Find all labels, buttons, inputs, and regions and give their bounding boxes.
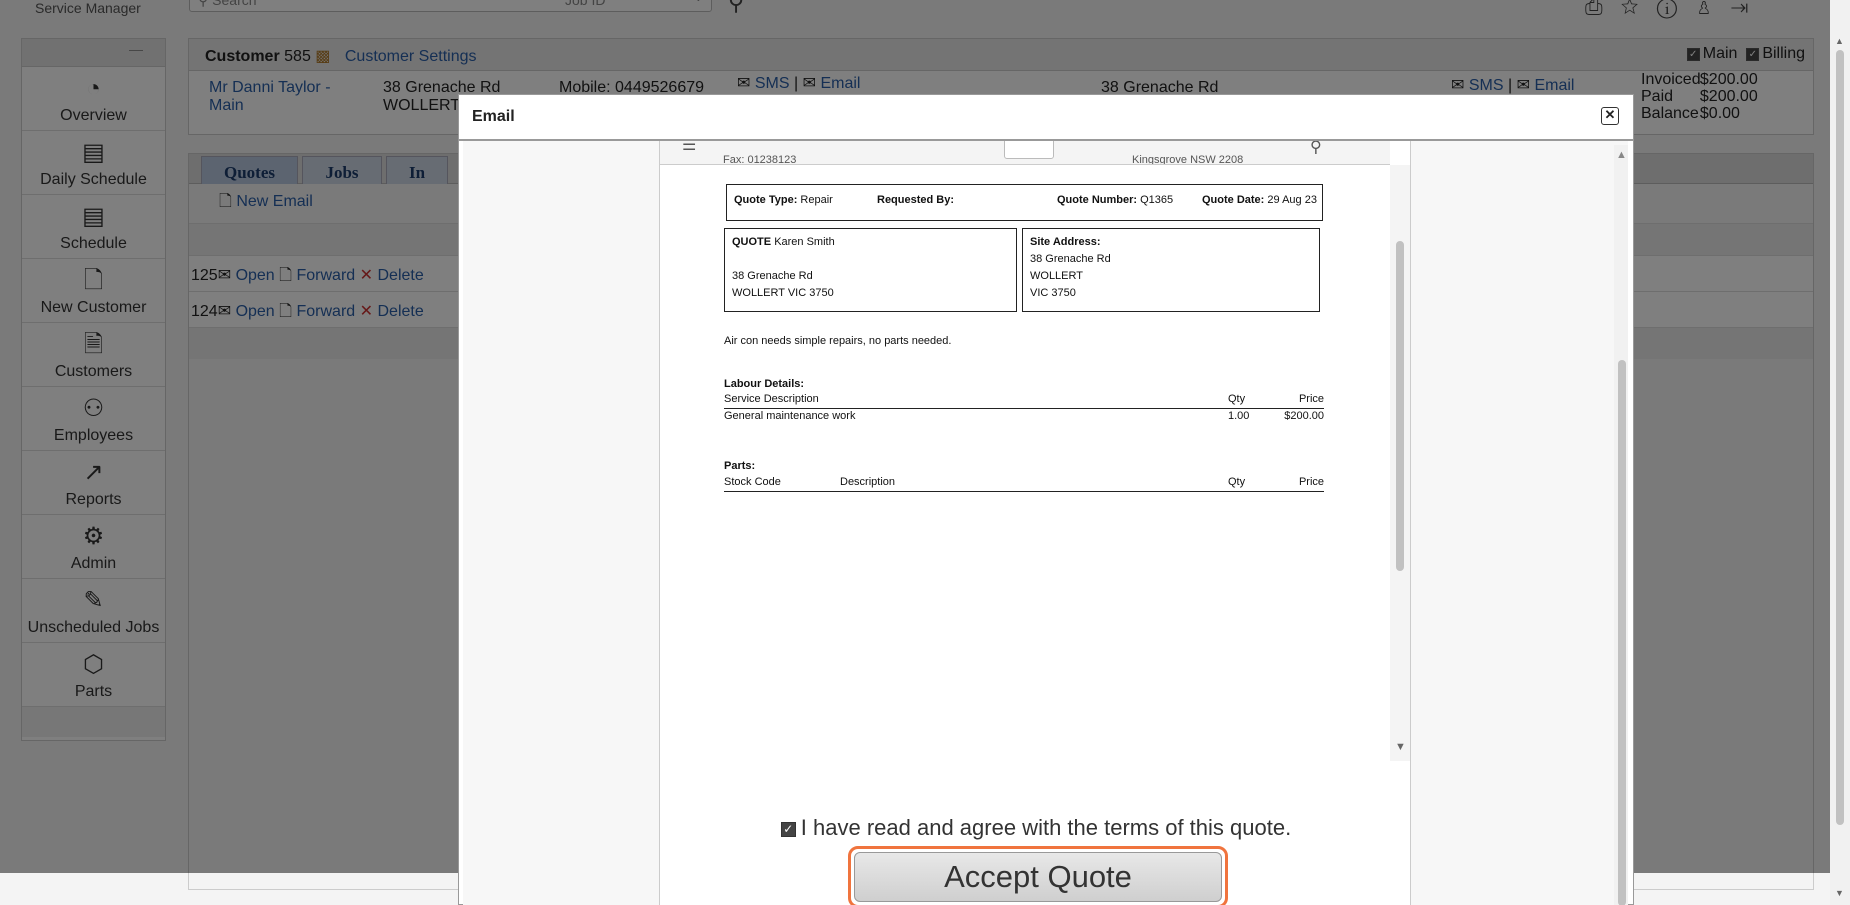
quote-customer-name: Karen Smith bbox=[774, 236, 835, 248]
quote-date-value: 29 Aug 23 bbox=[1267, 194, 1317, 206]
agree-checkbox[interactable]: ✓ bbox=[780, 822, 796, 837]
email-modal: Email ✕ ☰ Fax: 01238123 Kingsgrove NSW 2… bbox=[458, 94, 1634, 905]
modal-scroll-thumb[interactable] bbox=[1618, 360, 1626, 905]
quote-number-value: Q1365 bbox=[1140, 194, 1174, 206]
parts-title: Parts: bbox=[724, 460, 756, 472]
labour-qty: 1.00 bbox=[1228, 410, 1250, 422]
page-number-input[interactable] bbox=[1004, 141, 1054, 159]
labour-price-header: Price bbox=[1298, 393, 1324, 405]
scroll-up-arrow[interactable]: ▲ bbox=[1616, 149, 1627, 161]
modal-header: Email ✕ bbox=[459, 95, 1633, 141]
labour-qty-header: Qty bbox=[1228, 393, 1246, 405]
site-line1: 38 Grenache Rd bbox=[1030, 253, 1111, 265]
parts-code-header: Stock Code bbox=[724, 476, 781, 488]
quote-customer-box: QUOTE Karen Smith 38 Grenache Rd WOLLERT… bbox=[724, 228, 1017, 312]
quote-info-bar: Quote Type: Repair Requested By: Quote N… bbox=[726, 184, 1323, 221]
quote-note: Air con needs simple repairs, no parts n… bbox=[724, 335, 952, 347]
requested-by-label: Requested By: bbox=[877, 194, 955, 206]
pdf-scrollbar[interactable]: ▼ bbox=[1390, 165, 1410, 761]
quote-number-label: Quote Number: bbox=[1057, 194, 1138, 206]
quote-date-label: Quote Date: bbox=[1202, 194, 1265, 206]
site-line3: VIC 3750 bbox=[1030, 287, 1076, 299]
parts-header-row: Stock Code Description Qty Price bbox=[724, 476, 1324, 492]
pdf-toolbar: ☰ Fax: 01238123 Kingsgrove NSW 2208 ⚲ bbox=[660, 141, 1390, 165]
accept-quote-focus-ring: Accept Quote bbox=[848, 846, 1228, 905]
scroll-down-arrow[interactable]: ▼ bbox=[1835, 888, 1844, 898]
search-icon[interactable]: ⚲ bbox=[1310, 141, 1322, 157]
quote-customer-addr2: WOLLERT VIC 3750 bbox=[732, 287, 834, 299]
labour-price: $200.00 bbox=[1284, 410, 1324, 422]
fax-text: Fax: 01238123 bbox=[723, 154, 797, 165]
site-line2: WOLLERT bbox=[1030, 270, 1083, 282]
parts-desc-header: Description bbox=[840, 476, 896, 488]
quote-document-frame: ☰ Fax: 01238123 Kingsgrove NSW 2208 ⚲ Qu… bbox=[659, 141, 1411, 905]
pdf-scroll-thumb[interactable] bbox=[1396, 241, 1404, 571]
agree-text: I have read and agree with the terms of … bbox=[800, 815, 1292, 840]
labour-row: General maintenance work 1.00 $200.00 bbox=[724, 410, 1324, 426]
quote-word: QUOTE bbox=[732, 236, 772, 248]
close-icon[interactable]: ✕ bbox=[1601, 107, 1619, 125]
modal-title: Email bbox=[472, 108, 515, 125]
parts-qty-header: Qty bbox=[1228, 476, 1246, 488]
scroll-down-arrow[interactable]: ▼ bbox=[1395, 741, 1406, 753]
pdf-page: Quote Type: Repair Requested By: Quote N… bbox=[660, 165, 1390, 761]
labour-desc-header: Service Description bbox=[724, 393, 819, 405]
labour-desc: General maintenance work bbox=[724, 410, 856, 422]
scroll-up-arrow[interactable]: ▲ bbox=[1835, 36, 1844, 46]
site-address-label: Site Address: bbox=[1030, 236, 1101, 248]
accept-quote-button[interactable]: Accept Quote bbox=[854, 852, 1222, 902]
labour-header-row: Service Description Qty Price bbox=[724, 393, 1324, 409]
page-scrollbar[interactable]: ▲ ▼ bbox=[1830, 0, 1850, 905]
quote-type-label: Quote Type: bbox=[734, 194, 798, 206]
quote-customer-addr1: 38 Grenache Rd bbox=[732, 270, 813, 282]
agree-terms[interactable]: ✓ I have read and agree with the terms of… bbox=[660, 815, 1412, 841]
labour-title: Labour Details: bbox=[724, 378, 805, 390]
company-location: Kingsgrove NSW 2208 bbox=[1132, 154, 1244, 165]
site-address-box: Site Address: 38 Grenache Rd WOLLERT VIC… bbox=[1022, 228, 1320, 312]
page-scroll-thumb[interactable] bbox=[1836, 50, 1844, 825]
parts-price-header: Price bbox=[1298, 476, 1324, 488]
quote-type-value: Repair bbox=[800, 194, 833, 206]
modal-body: ☰ Fax: 01238123 Kingsgrove NSW 2208 ⚲ Qu… bbox=[463, 141, 1628, 905]
sidebar-toggle-icon[interactable]: ☰ bbox=[682, 141, 696, 155]
modal-scrollbar[interactable]: ▲ bbox=[1614, 145, 1628, 905]
